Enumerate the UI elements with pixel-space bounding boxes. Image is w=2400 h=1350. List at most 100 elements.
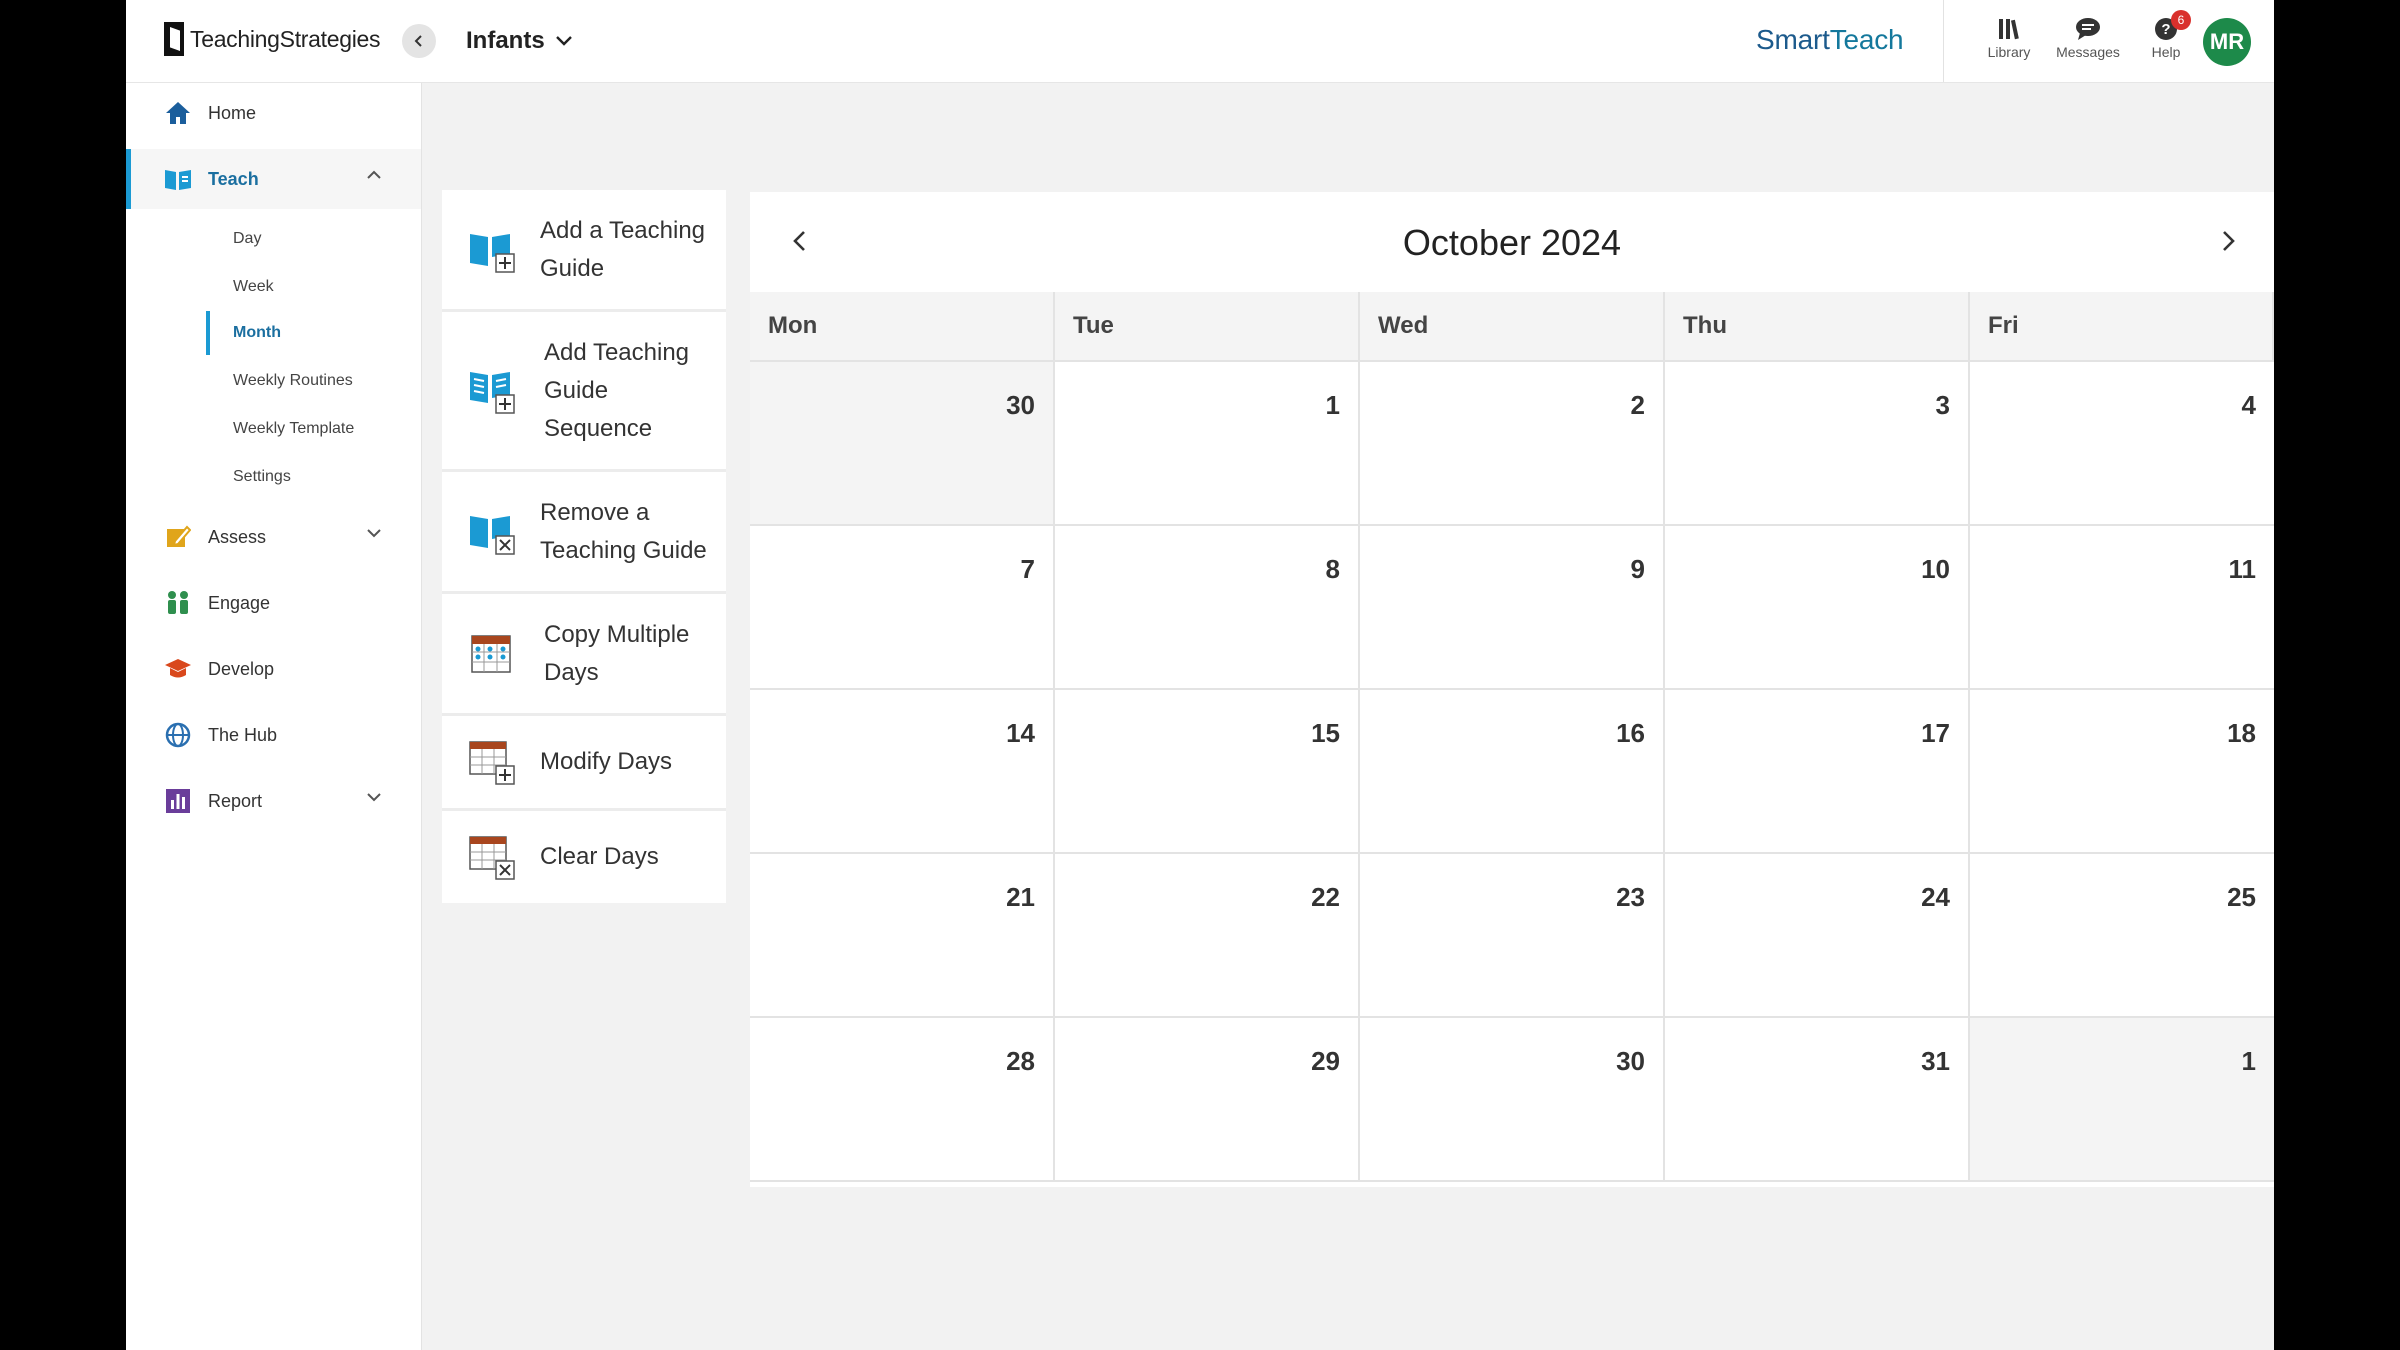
calendar-day-cell[interactable]: 10 <box>1665 526 1970 690</box>
library-icon <box>1974 14 2044 44</box>
calendar-day-cell[interactable]: 1 <box>1970 1018 2274 1182</box>
action-label: Copy Multiple Days <box>544 620 690 686</box>
calendar-day-cell[interactable]: 16 <box>1360 690 1665 854</box>
calendar-month-title: October 2024 <box>1402 222 1622 263</box>
brand-teach: Teach <box>1829 24 1904 55</box>
help-button[interactable]: ? 6 Help <box>2131 10 2201 60</box>
chevron-down-icon[interactable] <box>366 791 382 803</box>
sidebar-subitem-day[interactable]: Day <box>206 217 421 261</box>
day-number: 23 <box>1616 882 1645 912</box>
sidebar-subitem-weekly-template[interactable]: Weekly Template <box>206 407 421 451</box>
app-window: TeachingStrategies Infants SmartTeach Li… <box>126 0 2274 1350</box>
action-label: Remove a Teaching Guide <box>540 498 707 564</box>
sidebar-subitem-weekly-routines[interactable]: Weekly Routines <box>206 359 421 403</box>
subitem-label: Settings <box>233 468 291 485</box>
calendar-day-cell[interactable]: 7 <box>750 526 1055 690</box>
modify-days-icon <box>468 738 516 786</box>
calendar-day-cell[interactable]: 28 <box>750 1018 1055 1182</box>
modify-days-button[interactable]: Modify Days <box>442 716 726 811</box>
day-number: 1 <box>2241 1046 2256 1076</box>
sidebar-item-engage[interactable]: Engage <box>126 573 421 633</box>
calendar-day-cell[interactable]: 2 <box>1360 362 1665 526</box>
remove-guide-icon <box>468 508 516 556</box>
day-number: 25 <box>2227 882 2256 912</box>
subitem-label: Day <box>233 230 262 247</box>
messages-label: Messages <box>2056 44 2120 60</box>
day-number: 9 <box>1630 554 1645 584</box>
day-number: 4 <box>2241 390 2256 420</box>
calendar-day-cell[interactable]: 29 <box>1055 1018 1360 1182</box>
sidebar-item-the-hub[interactable]: The Hub <box>126 705 421 765</box>
chevron-left-icon <box>414 35 422 47</box>
day-number: 17 <box>1921 718 1950 748</box>
calendar-day-cell[interactable]: 24 <box>1665 854 1970 1018</box>
weekday-header: Tue <box>1055 292 1360 362</box>
calendar-day-cell[interactable]: 30 <box>1360 1018 1665 1182</box>
sidebar-item-label: Report <box>208 790 263 811</box>
sidebar-item-report[interactable]: Report <box>126 771 421 831</box>
class-selector[interactable]: Infants <box>466 27 573 55</box>
top-divider <box>1943 0 1944 82</box>
clear-days-button[interactable]: Clear Days <box>442 811 726 903</box>
calendar-day-cell[interactable]: 22 <box>1055 854 1360 1018</box>
calendar-day-cell[interactable]: 31 <box>1665 1018 1970 1182</box>
calendar-day-cell[interactable]: 11 <box>1970 526 2274 690</box>
calendar-day-cell[interactable]: 8 <box>1055 526 1360 690</box>
top-bar: TeachingStrategies Infants SmartTeach Li… <box>126 0 2274 83</box>
avatar[interactable]: MR <box>2203 18 2251 66</box>
calendar-day-cell[interactable]: 15 <box>1055 690 1360 854</box>
calendar-day-cell[interactable]: 9 <box>1360 526 1665 690</box>
calendar-day-cell[interactable]: 3 <box>1665 362 1970 526</box>
add-teaching-guide-button[interactable]: Add a Teaching Guide <box>442 190 726 312</box>
teaching-strategies-logo[interactable]: TeachingStrategies <box>164 19 381 59</box>
sidebar-item-label: Engage <box>208 592 271 613</box>
sidebar-item-develop[interactable]: Develop <box>126 639 421 699</box>
copy-multiple-days-button[interactable]: Copy Multiple Days <box>442 594 726 716</box>
calendar-day-cell[interactable]: 1 <box>1055 362 1360 526</box>
sidebar-subitem-settings[interactable]: Settings <box>206 455 421 499</box>
day-number: 15 <box>1311 718 1340 748</box>
calendar-grid: Mon Tue Wed Thu Fri 30 1 2 3 4 7 8 9 10 … <box>750 292 2274 1182</box>
day-number: 2 <box>1630 390 1645 420</box>
add-guide-icon <box>468 226 516 274</box>
clear-days-icon <box>468 833 516 881</box>
calendar-actions-panel: Add a Teaching Guide Add Teaching Guide Seq… <box>442 190 726 903</box>
next-month-button[interactable] <box>2216 228 2240 254</box>
day-number: 22 <box>1311 882 1340 912</box>
chevron-down-icon <box>555 36 572 46</box>
book-icon <box>164 165 192 193</box>
calendar-day-cell[interactable]: 30 <box>750 362 1055 526</box>
help-badge: 6 <box>2171 10 2191 30</box>
calendar-day-cell[interactable]: 14 <box>750 690 1055 854</box>
day-number: 14 <box>1006 718 1035 748</box>
subitem-label: Weekly Template <box>233 420 355 437</box>
report-icon <box>164 787 192 815</box>
month-calendar: October 2024 Mon Tue Wed Thu Fri 30 1 2 … <box>750 192 2274 1187</box>
action-label: Clear Days <box>540 843 659 870</box>
remove-teaching-guide-button[interactable]: Remove a Teaching Guide <box>442 472 726 594</box>
calendar-day-cell[interactable]: 4 <box>1970 362 2274 526</box>
add-teaching-guide-sequence-button[interactable]: Add Teaching Guide Sequence <box>442 312 726 472</box>
day-number: 21 <box>1006 882 1035 912</box>
calendar-day-cell[interactable]: 17 <box>1665 690 1970 854</box>
sidebar-subitem-week[interactable]: Week <box>206 265 421 309</box>
sidebar-subitem-month[interactable]: Month <box>206 311 421 355</box>
action-label: Modify Days <box>540 748 673 775</box>
collapse-sidebar-button[interactable] <box>402 24 436 58</box>
subitem-label: Weekly Routines <box>233 372 353 389</box>
calendar-day-cell[interactable]: 18 <box>1970 690 2274 854</box>
messages-button[interactable]: Messages <box>2053 14 2123 60</box>
day-number: 29 <box>1311 1046 1340 1076</box>
day-number: 10 <box>1921 554 1950 584</box>
chevron-down-icon[interactable] <box>366 527 382 539</box>
calendar-header: October 2024 <box>750 192 2274 292</box>
sidebar-item-teach[interactable]: Teach <box>126 149 421 209</box>
chevron-up-icon[interactable] <box>366 169 382 181</box>
library-button[interactable]: Library <box>1974 14 2044 60</box>
sidebar-item-assess[interactable]: Assess <box>126 507 421 567</box>
sidebar-item-home[interactable]: Home <box>126 83 421 143</box>
calendar-day-cell[interactable]: 25 <box>1970 854 2274 1018</box>
calendar-day-cell[interactable]: 23 <box>1360 854 1665 1018</box>
sidebar-item-label: Develop <box>208 658 275 679</box>
calendar-day-cell[interactable]: 21 <box>750 854 1055 1018</box>
